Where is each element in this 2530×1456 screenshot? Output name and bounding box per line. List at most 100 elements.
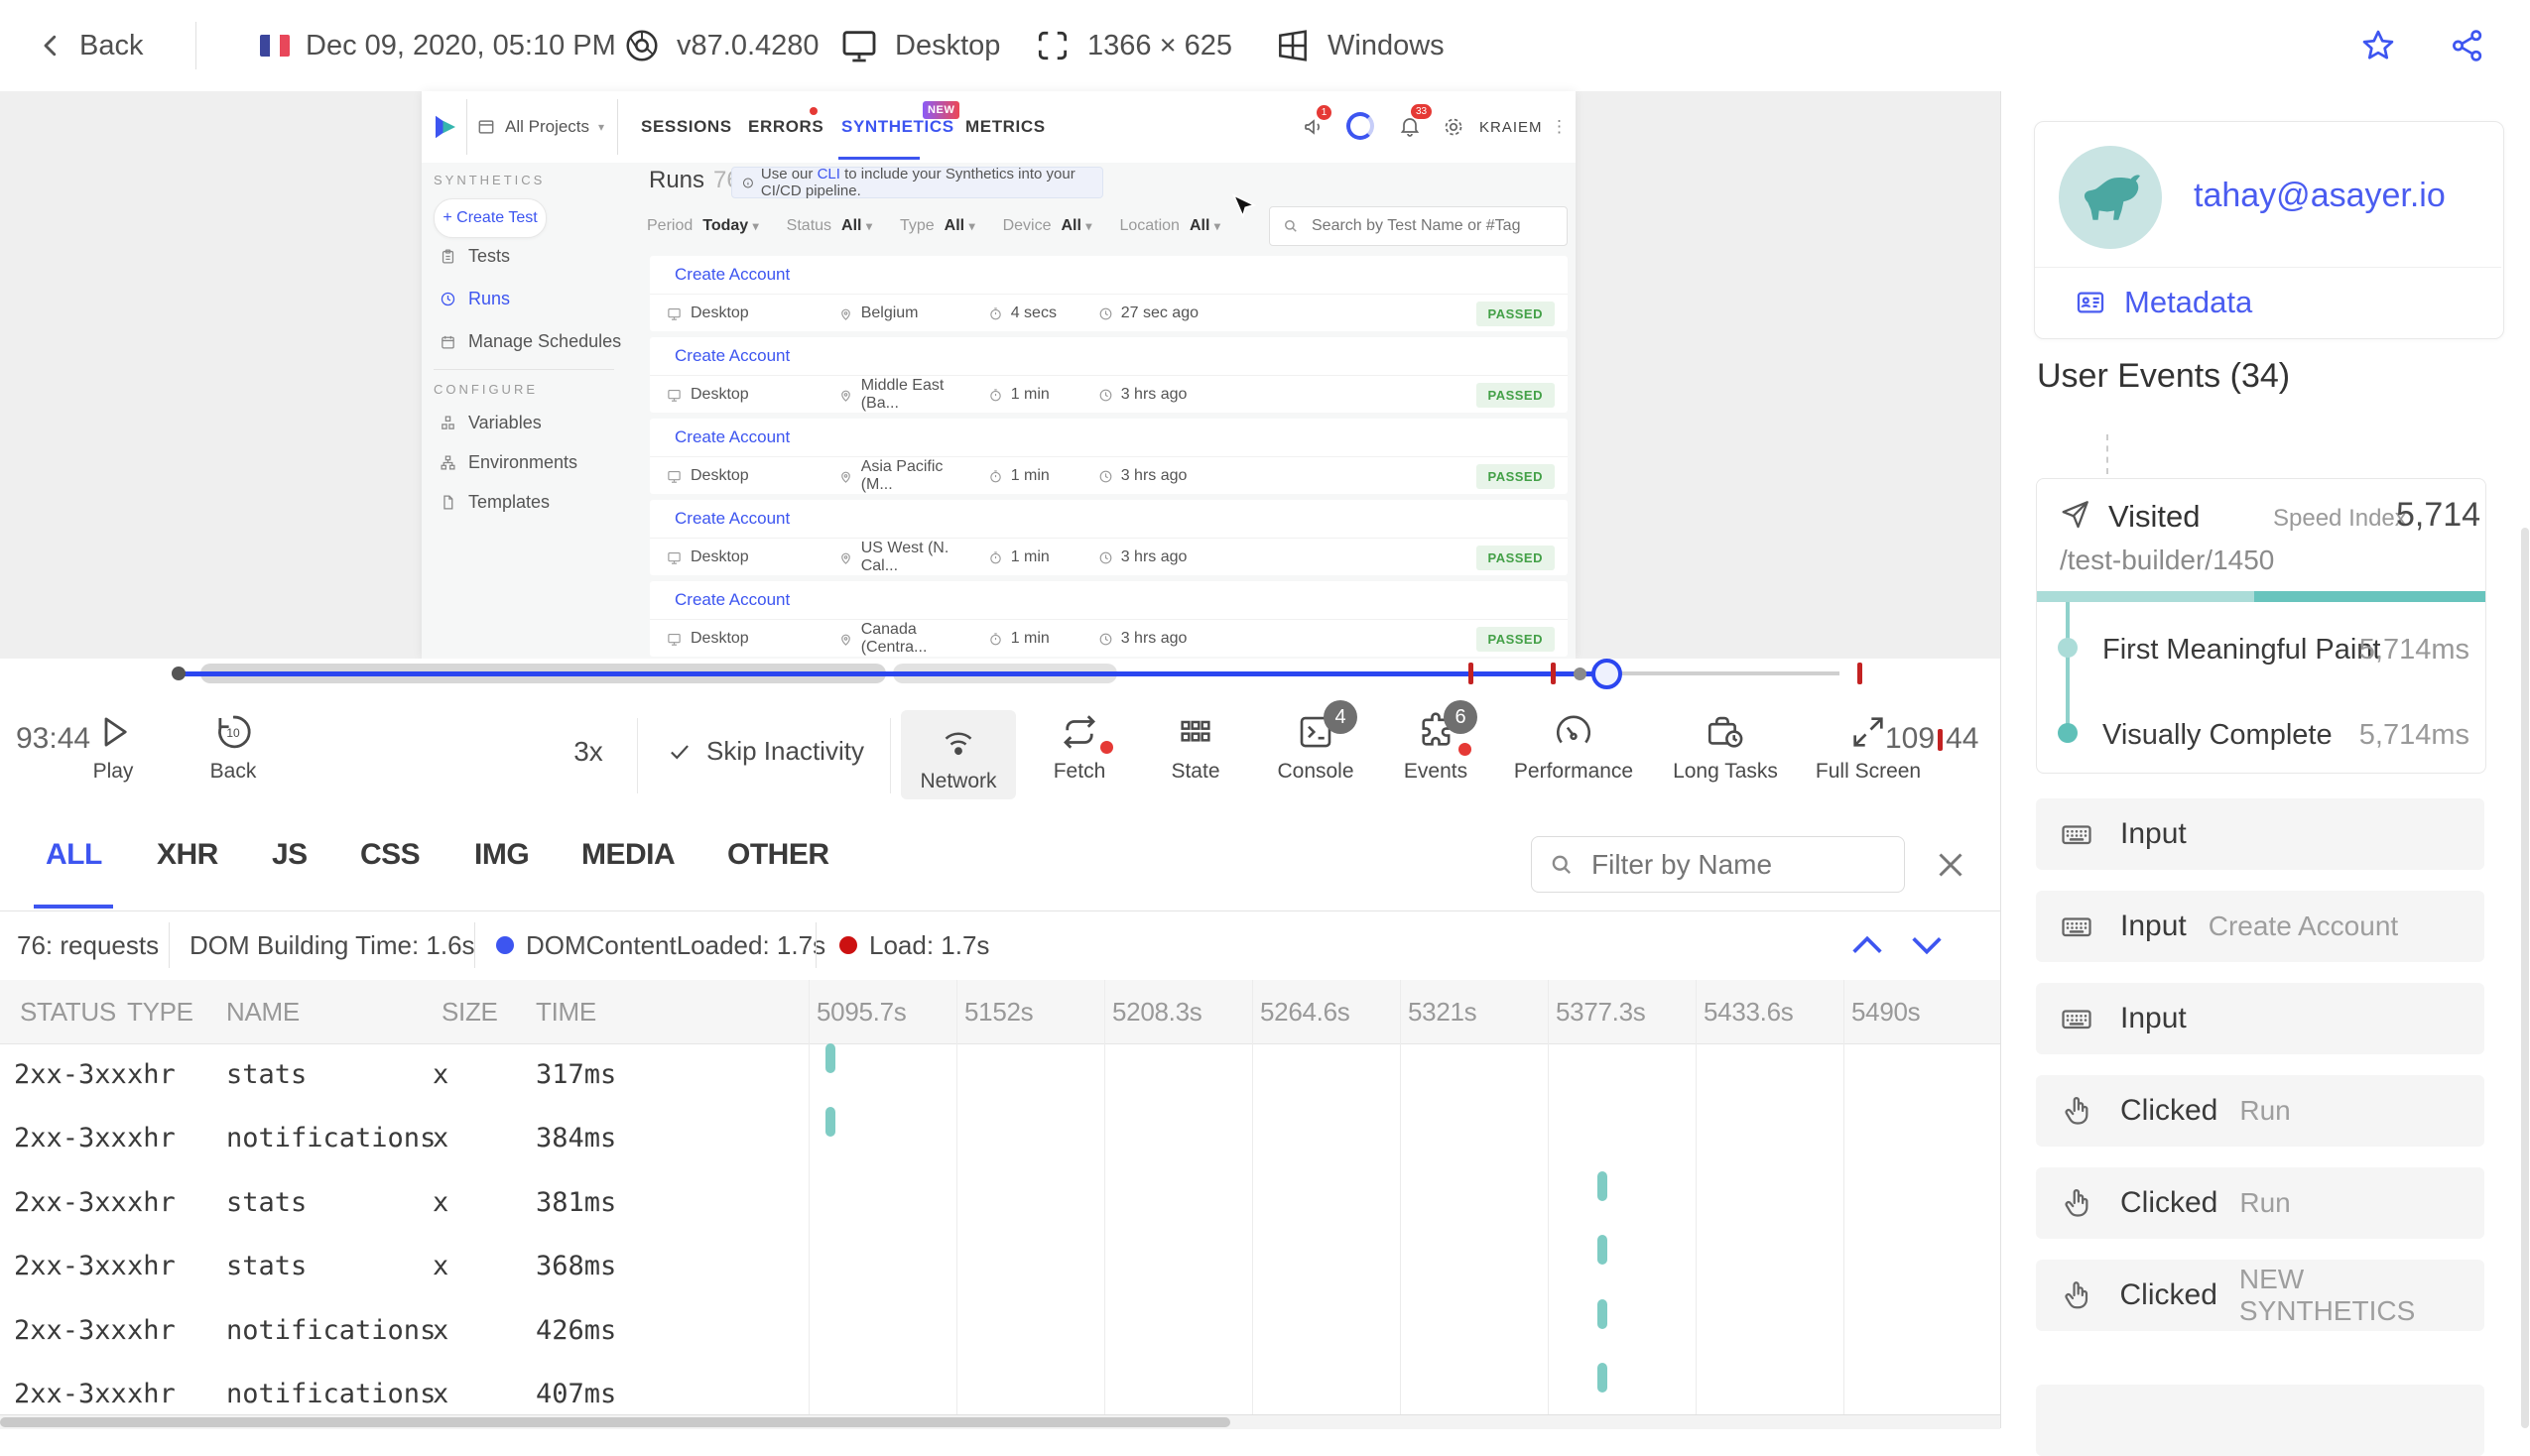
scroll-up-button[interactable] [1847,929,1887,961]
horizontal-scrollbar[interactable] [0,1414,2000,1429]
performance-panel-button[interactable]: Performance [1509,708,1638,799]
filter-type[interactable]: All ▾ [945,217,975,235]
playhead[interactable] [1591,659,1622,689]
back-10-button[interactable]: 10 Back [193,708,273,799]
col-t0: 5095.7s [817,996,907,1027]
cli-link[interactable]: CLI [818,166,840,182]
scrollbar-thumb[interactable] [0,1417,1230,1427]
user-email[interactable]: tahay@asayer.io [2194,122,2446,269]
metric-timeline-line [2066,602,2070,733]
play-button[interactable]: Play [73,708,153,799]
bell-icon[interactable]: 33 [1398,104,1432,138]
map-pin-icon [840,471,850,483]
tab-js[interactable]: JS [272,799,308,910]
tab-errors[interactable]: ERRORS [748,91,823,163]
request-row[interactable]: 2xx-3xx xhr stats x 368ms [0,1235,2000,1298]
filter-location[interactable]: All ▾ [1190,217,1220,235]
map-pin-icon [840,634,850,646]
visited-event-card[interactable]: Visited Speed Index 5,714 /test-builder/… [2036,478,2486,774]
dom-content-loaded: DOMContentLoaded: 1.7s [496,910,825,980]
chevron-up-icon [1852,935,1882,953]
back-button[interactable]: Back [36,0,143,91]
event-card-input[interactable]: Input [2036,983,2484,1054]
create-test-button[interactable]: + Create Test [434,198,547,238]
timeline-track[interactable] [172,659,1863,694]
errors-dot [810,107,818,115]
filter-period[interactable]: Today ▾ [702,217,758,235]
event-card-input[interactable]: Input Create Account [2036,891,2484,962]
avatar [2059,146,2162,249]
scroll-down-button[interactable] [1907,929,1947,961]
runs-filters: Period Today ▾ Status All ▾ Type All ▾ D… [647,217,1220,235]
tab-all[interactable]: ALL [46,799,102,910]
vertical-scrollbar[interactable] [2521,528,2529,1428]
exception-marker [1857,663,1862,684]
event-card-clicked[interactable]: Clicked Run [2036,1075,2484,1147]
map-pin-icon [840,552,850,564]
sidebar-item-environments[interactable]: Environments [440,452,577,473]
tab-xhr[interactable]: XHR [157,799,218,910]
grid-icon [1181,720,1210,742]
request-row[interactable]: 2xx-3xx xhr notifications x 407ms [0,1363,2000,1414]
event-dot [1574,667,1586,680]
tab-img[interactable]: IMG [474,799,530,910]
monitor-icon [668,307,681,320]
request-row[interactable]: 2xx-3xx xhr stats x 317ms [0,1043,2000,1107]
state-panel-button[interactable]: State [1156,708,1235,799]
request-row[interactable]: 2xx-3xx xhr notifications x 384ms [0,1107,2000,1170]
event-card-clicked[interactable]: Clicked Run [2036,1167,2484,1239]
project-selector[interactable]: All Projects ▾ [476,91,604,163]
run-group[interactable]: Create Account Desktop Belgium 4 secs 27… [650,256,1568,331]
run-group[interactable]: Create Account Desktop US West (N. Cal..… [650,500,1568,575]
tab-css[interactable]: CSS [360,799,421,910]
sidebar-item-manage-schedules[interactable]: Manage Schedules [440,331,621,352]
network-panel-button[interactable]: Network [901,710,1016,799]
tab-sessions[interactable]: SESSIONS [641,91,732,163]
settings-gear-icon[interactable] [1442,115,1465,139]
close-panel-button[interactable] [1933,847,1968,883]
kebab-menu-icon[interactable]: ⋮ [1551,117,1568,137]
file-icon [443,495,453,510]
hand-pointer-icon [2065,1097,2088,1125]
metadata-button[interactable]: Metadata [2075,281,2252,324]
network-panel: ALL XHR JS CSS IMG MEDIA OTHER 76: reque… [0,799,2000,1429]
tab-other[interactable]: OTHER [727,799,829,910]
exception-marker [1468,663,1473,684]
skip-inactivity-toggle[interactable]: Skip Inactivity [667,736,864,767]
sidebar-item-runs[interactable]: Runs [440,289,510,309]
speed-toggle[interactable]: 3x [556,736,621,768]
events-panel-button[interactable]: 6 Events [1396,700,1477,799]
keyboard-icon [2062,825,2091,845]
filter-status[interactable]: All ▾ [841,217,872,235]
filter-device[interactable]: All ▾ [1062,217,1092,235]
search-icon [1552,855,1571,874]
sidebar-item-tests[interactable]: Tests [440,246,510,267]
run-name: Create Account [675,509,791,528]
stopwatch-icon [989,469,1001,482]
tab-media[interactable]: MEDIA [581,799,676,910]
tab-synthetics[interactable]: SYNTHETICS NEW [838,91,960,163]
tab-metrics[interactable]: METRICS [965,91,1046,163]
sitemap-icon [441,455,455,470]
event-card-clicked[interactable]: Clicked NEW SYNTHETICS [2036,1260,2484,1331]
announcements-icon[interactable]: 1 [1303,105,1331,139]
share-button[interactable] [2449,0,2486,91]
event-card-partial[interactable] [2036,1385,2484,1456]
run-group[interactable]: Create Account Desktop Middle East (Ba..… [650,337,1568,413]
run-group[interactable]: Create Account Desktop Asia Pacific (M..… [650,419,1568,494]
favorite-button[interactable] [2359,0,2397,91]
long-tasks-panel-button[interactable]: Long Tasks [1661,708,1790,799]
fetch-icon [1064,715,1095,749]
request-row[interactable]: 2xx-3xx xhr stats x 381ms [0,1171,2000,1235]
sidebar-item-variables[interactable]: Variables [440,413,542,433]
sidebar-item-templates[interactable]: Templates [440,492,550,513]
run-group[interactable]: Create Account Desktop Canada (Centra...… [650,581,1568,657]
test-search-input[interactable] [1269,206,1568,246]
request-row[interactable]: 2xx-3xx xhr notifications x 426ms [0,1299,2000,1363]
full-screen-button[interactable]: Full Screen [1804,708,1933,799]
user-menu[interactable]: KRAIEM [1479,91,1543,163]
event-card-input[interactable]: Input [2036,798,2484,870]
filter-input[interactable] [1531,836,1905,893]
console-panel-button[interactable]: 4 Console [1276,700,1357,799]
fetch-panel-button[interactable]: Fetch [1040,708,1119,799]
